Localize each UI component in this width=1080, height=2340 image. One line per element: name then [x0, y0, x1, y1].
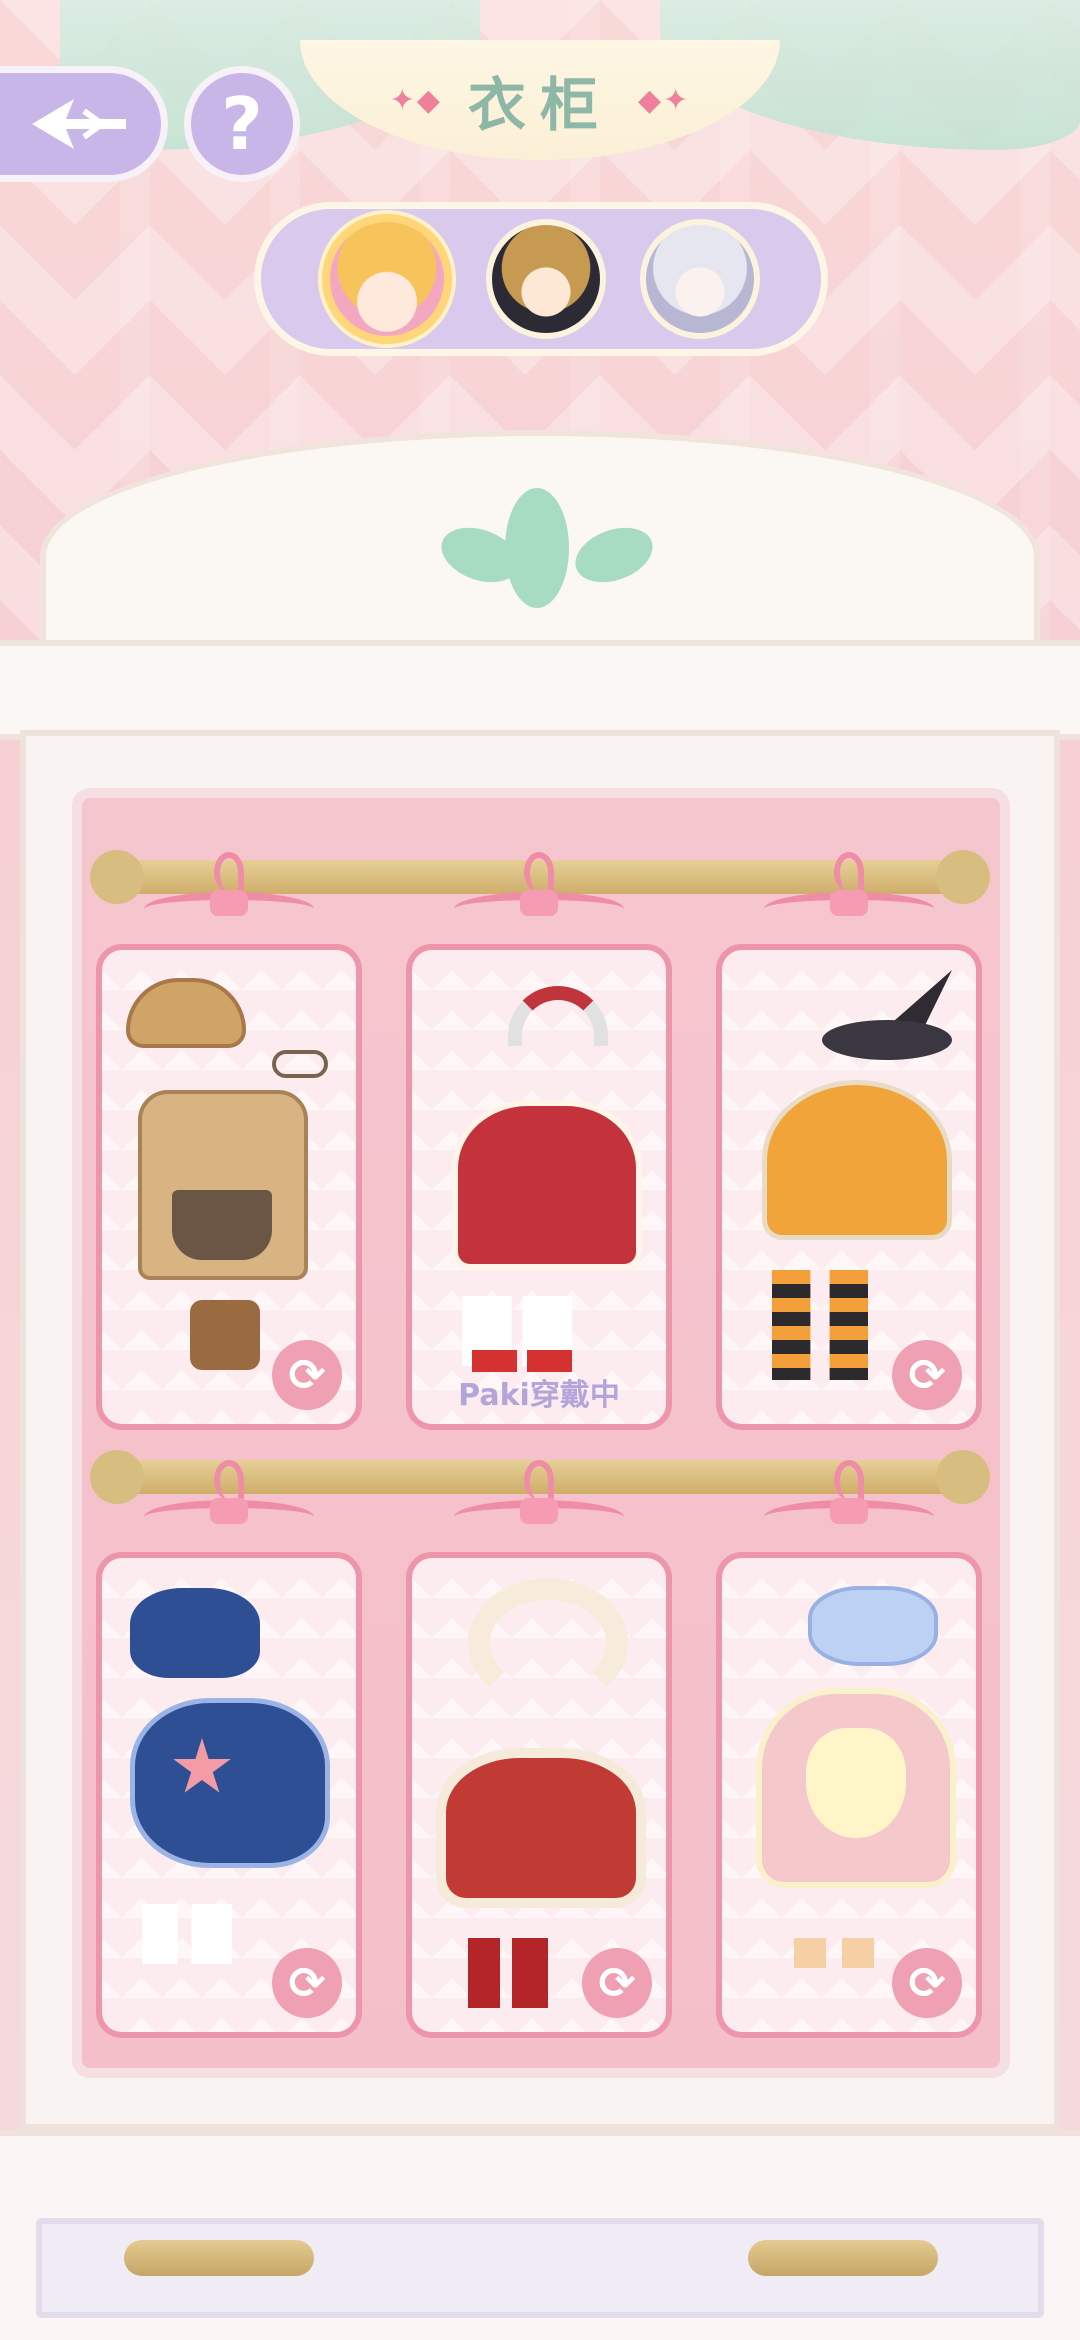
christmas-dress	[452, 1100, 642, 1270]
boots	[190, 1300, 260, 1370]
outfit-card-detective[interactable]: ⟳	[96, 944, 362, 1430]
outfit-card-witch[interactable]: ⟳	[716, 944, 982, 1430]
outfit-card-maid[interactable]: ⟳	[716, 1552, 982, 2038]
help-label: ?	[221, 82, 263, 166]
refresh-icon[interactable]: ⟳	[272, 1340, 342, 1410]
striped-socks	[772, 1270, 868, 1380]
hanger-icon	[764, 1460, 934, 1540]
light-blue-bow	[808, 1586, 938, 1666]
page-title: 衣柜	[467, 71, 612, 139]
title-ornament-right: ◆✦	[638, 82, 691, 118]
back-arrow-icon	[32, 99, 126, 149]
outfit-card-rabbit[interactable]: ⟳	[406, 1552, 672, 2038]
shoes	[472, 1350, 572, 1372]
witch-hat-brim	[822, 1020, 952, 1060]
shoes	[794, 1938, 874, 1968]
hanger-icon	[764, 852, 934, 932]
outfit-card-christmas[interactable]: Paki穿戴中	[406, 944, 672, 1430]
character-avatar-1[interactable]	[322, 214, 452, 344]
refresh-icon[interactable]: ⟳	[892, 1948, 962, 2018]
leaf-ornament	[505, 488, 569, 608]
hanger-icon	[144, 852, 314, 932]
character-selector	[254, 202, 828, 356]
glasses	[272, 1050, 328, 1078]
orange-cape	[762, 1080, 952, 1240]
character-avatar-3[interactable]	[640, 219, 760, 339]
detective-hat	[126, 978, 246, 1048]
hanger-icon	[454, 852, 624, 932]
back-button[interactable]	[0, 66, 168, 182]
apron	[806, 1728, 906, 1838]
bunny-ears	[468, 1578, 628, 1708]
sailor-dress	[130, 1698, 330, 1868]
outfit-card-sailor[interactable]: ⟳	[96, 1552, 362, 2038]
character-avatar-2[interactable]	[486, 219, 606, 339]
socks	[142, 1904, 232, 1964]
drawer-handle	[124, 2240, 314, 2276]
blue-bow	[130, 1588, 260, 1678]
refresh-icon[interactable]: ⟳	[892, 1340, 962, 1410]
help-button[interactable]: ?	[184, 66, 300, 182]
boots	[468, 1938, 548, 2008]
wearing-status: Paki穿戴中	[458, 1378, 620, 1413]
hanger-icon	[144, 1460, 314, 1540]
headband	[508, 986, 608, 1046]
refresh-icon[interactable]: ⟳	[582, 1948, 652, 2018]
skirt	[172, 1190, 272, 1260]
refresh-icon[interactable]: ⟳	[272, 1948, 342, 2018]
drawer-handle	[748, 2240, 938, 2276]
hanger-icon	[454, 1460, 624, 1540]
title-ornament-left: ✦◆	[389, 82, 442, 118]
wardrobe-cornice	[0, 640, 1080, 740]
red-fluffy-dress	[436, 1748, 646, 1908]
